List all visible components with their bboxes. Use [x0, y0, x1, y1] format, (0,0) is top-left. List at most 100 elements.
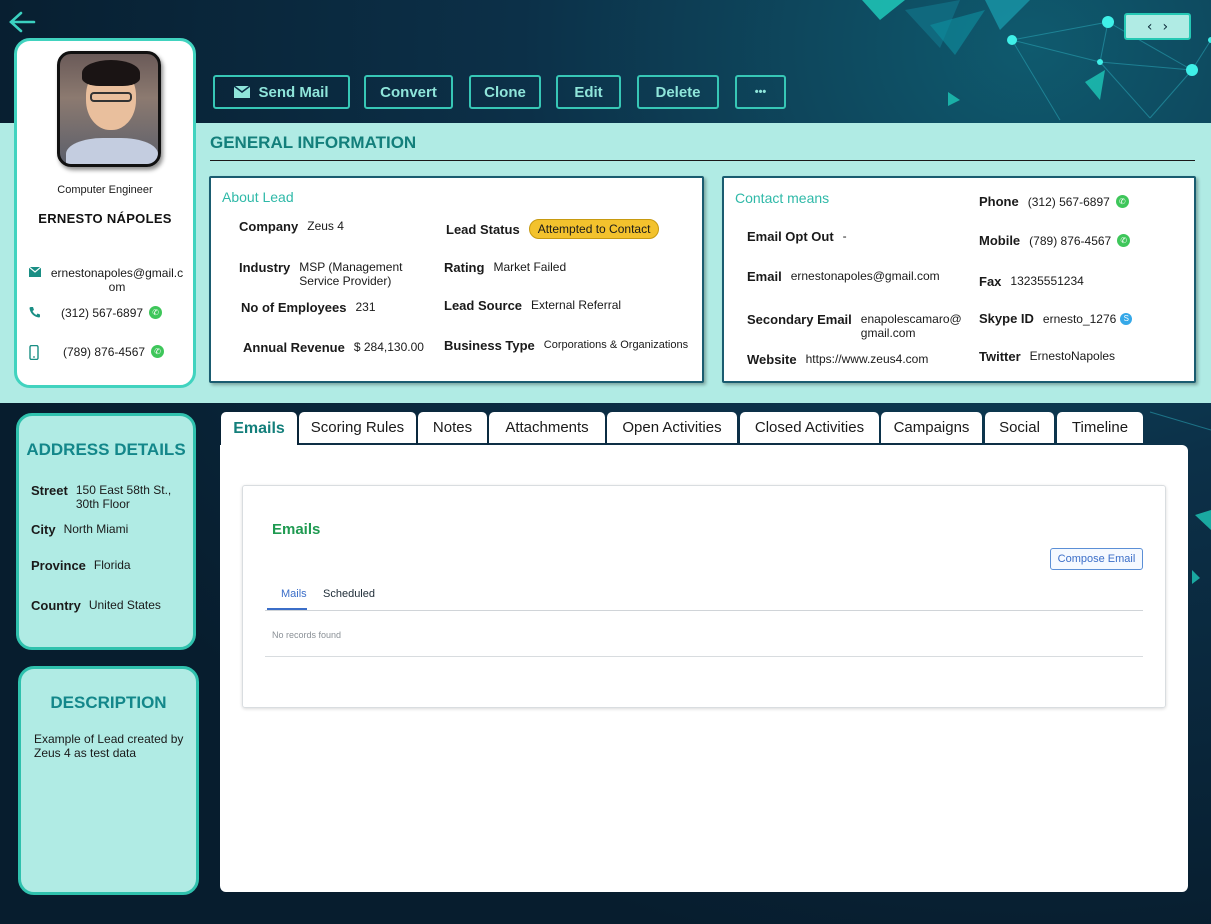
next-record-button[interactable]: ›: [1163, 19, 1169, 35]
industry-field: Industry MSP (Management Service Provide…: [239, 260, 411, 288]
country-field: Country United States: [31, 598, 161, 613]
secondary-email-field: Secondary Email enapolescamaro@gmail.com: [747, 312, 963, 340]
business-type-value: Corporations & Organizations: [543, 339, 689, 351]
phone-field: Phone (312) 567-6897 ✆: [979, 194, 1129, 209]
skype-value[interactable]: ernesto_1276: [1043, 312, 1116, 326]
street-label: Street: [31, 483, 68, 498]
send-mail-button[interactable]: Send Mail: [213, 75, 350, 109]
website-label: Website: [747, 352, 797, 367]
address-details-title: ADDRESS DETAILS: [26, 440, 186, 459]
tab-scoring-rules[interactable]: Scoring Rules: [299, 412, 416, 445]
envelope-icon: [28, 266, 49, 280]
province-value: Florida: [93, 558, 131, 572]
job-title: Computer Engineer: [57, 184, 153, 196]
whatsapp-icon[interactable]: ✆: [1117, 234, 1131, 247]
prev-record-button[interactable]: ‹: [1147, 19, 1153, 35]
clone-button[interactable]: Clone: [469, 75, 541, 109]
mobile-icon: [29, 344, 49, 363]
email-field: Email ernestonapoles@gmail.com: [747, 269, 940, 284]
person-name: ERNESTO NÁPOLES: [38, 211, 172, 226]
delete-button[interactable]: Delete: [637, 75, 719, 109]
twitter-value[interactable]: ErnestoNapoles: [1030, 349, 1115, 363]
city-field: City North Miami: [31, 522, 128, 537]
active-sub-tab-indicator: [267, 608, 307, 610]
edit-button[interactable]: Edit: [556, 75, 621, 109]
profile-phone-row: (312) 567-6897 ✆: [29, 306, 163, 321]
email-label: Email: [747, 269, 782, 284]
record-pager: ‹ ›: [1124, 13, 1191, 40]
address-details-panel: ADDRESS DETAILS Street 150 East 58th St.…: [16, 413, 196, 650]
avatar: [57, 51, 161, 167]
rating-label: Rating: [444, 260, 485, 275]
lead-source-value: External Referral: [531, 298, 622, 312]
lead-source-field: Lead Source External Referral: [444, 298, 621, 313]
tab-social[interactable]: Social: [985, 412, 1054, 445]
phone-label: Phone: [979, 194, 1019, 209]
revenue-label: Annual Revenue: [243, 340, 345, 355]
province-label: Province: [31, 558, 86, 573]
skype-field: Skype ID ernesto_1276 S: [979, 311, 1133, 326]
about-lead-box: About Lead Company Zeus 4 Industry MSP (…: [209, 176, 704, 383]
tab-attachments[interactable]: Attachments: [489, 412, 605, 445]
website-value[interactable]: https://www.zeus4.com: [806, 352, 929, 366]
email-value[interactable]: ernestonapoles@gmail.com: [791, 269, 940, 283]
skype-label: Skype ID: [979, 311, 1034, 326]
country-value: United States: [88, 598, 161, 612]
general-info-title: GENERAL INFORMATION: [210, 133, 417, 152]
business-type-field: Business Type Corporations & Organizatio…: [444, 338, 688, 353]
city-label: City: [31, 522, 56, 537]
street-field: Street 150 East 58th St., 30th Floor: [31, 483, 172, 511]
sub-tab-scheduled[interactable]: Scheduled: [323, 588, 375, 600]
email-opt-out-value: -: [842, 229, 847, 243]
description-panel: DESCRIPTION Example of Lead created by Z…: [18, 666, 199, 895]
convert-button[interactable]: Convert: [364, 75, 453, 109]
mobile-value[interactable]: (789) 876-4567: [1029, 234, 1111, 248]
back-arrow-icon[interactable]: [8, 10, 36, 34]
whatsapp-icon[interactable]: ✆: [1115, 195, 1129, 208]
secondary-email-value[interactable]: enapolescamaro@gmail.com: [861, 312, 963, 340]
contact-means-box: Contact means Email Opt Out - Email erne…: [722, 176, 1196, 383]
company-field: Company Zeus 4: [239, 219, 344, 234]
country-label: Country: [31, 598, 81, 613]
tab-open-activities[interactable]: Open Activities: [607, 412, 737, 445]
whatsapp-icon[interactable]: ✆: [149, 306, 163, 319]
profile-email[interactable]: ernestonapoles@gmail.com: [49, 266, 185, 294]
lead-status-field: Lead Status Attempted to Contact: [446, 219, 660, 239]
revenue-value: $ 284,130.00: [353, 340, 424, 354]
compose-email-button[interactable]: Compose Email: [1050, 548, 1143, 570]
lead-status-badge: Attempted to Contact: [528, 219, 660, 239]
envelope-icon: [234, 86, 251, 98]
divider: [265, 610, 1143, 611]
profile-mobile[interactable]: (789) 876-4567: [63, 345, 145, 359]
province-field: Province Florida: [31, 558, 131, 573]
tab-notes[interactable]: Notes: [418, 412, 487, 445]
employees-label: No of Employees: [241, 300, 347, 315]
tab-timeline[interactable]: Timeline: [1057, 412, 1143, 445]
more-actions-button[interactable]: •••: [735, 75, 786, 109]
fax-field: Fax 13235551234: [979, 274, 1084, 289]
phone-value[interactable]: (312) 567-6897: [1028, 195, 1110, 209]
profile-email-row: ernestonapoles@gmail.com: [28, 266, 185, 294]
rating-value: Market Failed: [493, 260, 567, 274]
whatsapp-icon[interactable]: ✆: [151, 345, 165, 358]
business-type-label: Business Type: [444, 338, 535, 353]
fax-value: 13235551234: [1010, 274, 1084, 288]
description-text: Example of Lead created by Zeus 4 as tes…: [34, 732, 184, 760]
lead-source-label: Lead Source: [444, 298, 523, 313]
email-opt-out-label: Email Opt Out: [747, 229, 834, 244]
profile-card: Computer Engineer ERNESTO NÁPOLES ernest…: [14, 38, 196, 388]
tab-emails[interactable]: Emails: [221, 412, 297, 446]
employees-value: 231: [355, 300, 376, 314]
skype-icon[interactable]: S: [1120, 312, 1133, 325]
company-value: Zeus 4: [307, 219, 344, 233]
tab-closed-activities[interactable]: Closed Activities: [740, 412, 879, 445]
empty-state-text: No records found: [272, 630, 342, 640]
description-title: DESCRIPTION: [50, 693, 167, 712]
profile-phone[interactable]: (312) 567-6897: [61, 306, 143, 320]
divider: [265, 656, 1143, 657]
fax-label: Fax: [979, 274, 1002, 289]
email-opt-out-field: Email Opt Out -: [747, 229, 847, 244]
mobile-label: Mobile: [979, 233, 1021, 248]
sub-tab-mails[interactable]: Mails: [281, 588, 307, 600]
tab-campaigns[interactable]: Campaigns: [881, 412, 982, 445]
